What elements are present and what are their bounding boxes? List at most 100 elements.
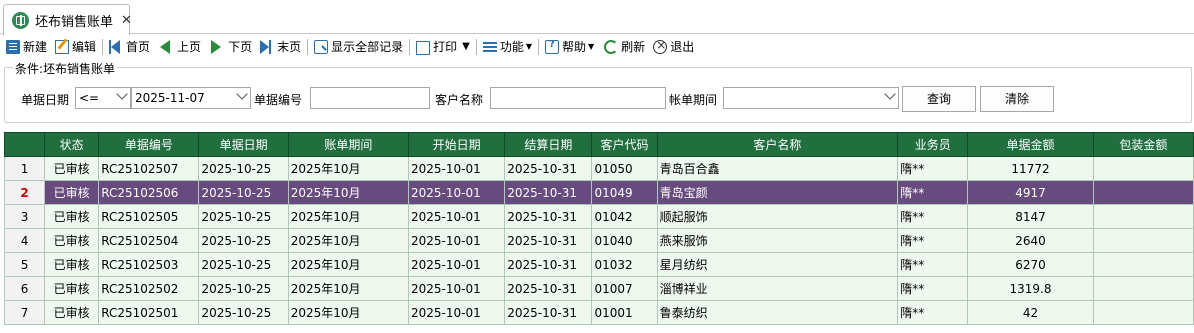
doc-no-cell[interactable]: RC25102507 — [98, 156, 200, 181]
pack-amount-cell[interactable] — [1092, 300, 1194, 325]
settle-date-cell[interactable]: 2025-10-31 — [504, 276, 593, 301]
customer-name-cell[interactable]: 青岛百合鑫 — [656, 156, 899, 181]
doc-no-cell[interactable]: RC25102503 — [98, 252, 200, 277]
doc-date-cell[interactable]: 2025-10-25 — [198, 180, 289, 205]
function-menu-button[interactable]: 功能 ▼ — [481, 36, 534, 58]
salesperson-cell[interactable]: 隋** — [897, 252, 969, 277]
doc-date-cell[interactable]: 2025-10-25 — [198, 228, 289, 253]
doc-amount-cell[interactable]: 4917 — [967, 180, 1094, 205]
customer-name-cell[interactable]: 青岛宝颜 — [656, 180, 899, 205]
row-number[interactable]: 7 — [3, 300, 46, 325]
doc-amount-cell[interactable]: 6270 — [967, 252, 1094, 277]
customer-code-cell[interactable]: 01042 — [591, 204, 658, 229]
start-date-cell[interactable]: 2025-10-01 — [407, 252, 506, 277]
doc-date-cell[interactable]: 2025-10-25 — [198, 300, 289, 325]
start-date-header[interactable]: 开始日期 — [407, 132, 506, 157]
refresh-button[interactable]: 刷新 — [602, 36, 647, 58]
salesperson-cell[interactable]: 隋** — [897, 276, 969, 301]
start-date-cell[interactable]: 2025-10-01 — [407, 228, 506, 253]
query-button[interactable]: 查询 — [902, 86, 976, 112]
settle-date-cell[interactable]: 2025-10-31 — [504, 300, 593, 325]
clear-button[interactable]: 清除 — [980, 86, 1054, 112]
customer-code-cell[interactable]: 01001 — [591, 300, 658, 325]
row-number[interactable]: 3 — [3, 204, 46, 229]
doc-no-input[interactable] — [310, 87, 430, 109]
doc-no-header[interactable]: 单据编号 — [98, 132, 200, 157]
pack-amount-cell[interactable] — [1092, 180, 1194, 205]
bill-period-cell[interactable]: 2025年10月 — [287, 204, 409, 229]
start-date-cell[interactable]: 2025-10-01 — [407, 204, 506, 229]
doc-no-cell[interactable]: RC25102502 — [98, 276, 200, 301]
bill-period-select[interactable] — [723, 87, 899, 109]
status-cell[interactable]: 已审核 — [44, 180, 100, 205]
doc-no-cell[interactable]: RC25102504 — [98, 228, 200, 253]
doc-no-cell[interactable]: RC25102506 — [98, 180, 200, 205]
table-row[interactable]: 2 已审核 RC25102506 2025-10-25 2025年10月 2025-10-… — [3, 180, 1194, 205]
row-number[interactable]: 6 — [3, 276, 46, 301]
tab-sales-bill[interactable]: 坯布销售账单 ✕ — [3, 4, 132, 35]
customer-name-cell[interactable]: 淄博祥业 — [656, 276, 899, 301]
doc-no-cell[interactable]: RC25102505 — [98, 204, 200, 229]
doc-amount-cell[interactable]: 2640 — [967, 228, 1094, 253]
customer-code-cell[interactable]: 01040 — [591, 228, 658, 253]
row-number[interactable]: 5 — [3, 252, 46, 277]
salesperson-cell[interactable]: 隋** — [897, 180, 969, 205]
row-number[interactable]: 1 — [3, 156, 46, 181]
settle-date-header[interactable]: 结算日期 — [504, 132, 593, 157]
pack-amount-cell[interactable] — [1092, 228, 1194, 253]
status-cell[interactable]: 已审核 — [44, 276, 100, 301]
salesperson-cell[interactable]: 隋** — [897, 300, 969, 325]
doc-amount-header[interactable]: 单据金额 — [967, 132, 1094, 157]
prev-page-button[interactable]: 上页 — [158, 36, 203, 58]
chevron-down-icon[interactable]: ▼ — [462, 41, 470, 52]
start-date-cell[interactable]: 2025-10-01 — [407, 300, 506, 325]
customer-name-cell[interactable]: 鲁泰纺织 — [656, 300, 899, 325]
doc-date-cell[interactable]: 2025-10-25 — [198, 252, 289, 277]
doc-date-cell[interactable]: 2025-10-25 — [198, 204, 289, 229]
next-page-button[interactable]: 下页 — [209, 36, 254, 58]
table-row[interactable]: 3 已审核 RC25102505 2025-10-25 2025年10月 2025-10-… — [3, 204, 1194, 229]
customer-code-cell[interactable]: 01050 — [591, 156, 658, 181]
doc-amount-cell[interactable]: 8147 — [967, 204, 1094, 229]
status-cell[interactable]: 已审核 — [44, 228, 100, 253]
exit-button[interactable]: 退出 — [651, 36, 696, 58]
bill-period-cell[interactable]: 2025年10月 — [287, 228, 409, 253]
status-cell[interactable]: 已审核 — [44, 300, 100, 325]
last-page-button[interactable]: 末页 — [258, 36, 303, 58]
pack-amount-cell[interactable] — [1092, 156, 1194, 181]
doc-amount-cell[interactable]: 42 — [967, 300, 1094, 325]
start-date-cell[interactable]: 2025-10-01 — [407, 276, 506, 301]
doc-amount-cell[interactable]: 1319.8 — [967, 276, 1094, 301]
doc-date-cell[interactable]: 2025-10-25 — [198, 276, 289, 301]
status-cell[interactable]: 已审核 — [44, 204, 100, 229]
status-header[interactable]: 状态 — [44, 132, 100, 157]
customer-name-header[interactable]: 客户名称 — [656, 132, 899, 157]
customer-code-cell[interactable]: 01032 — [591, 252, 658, 277]
doc-date-header[interactable]: 单据日期 — [198, 132, 289, 157]
status-cell[interactable]: 已审核 — [44, 156, 100, 181]
customer-name-cell[interactable]: 燕来服饰 — [656, 228, 899, 253]
table-row[interactable]: 1 已审核 RC25102507 2025-10-25 2025年10月 2025-10-… — [3, 156, 1194, 181]
first-page-button[interactable]: 首页 — [107, 36, 152, 58]
doc-amount-cell[interactable]: 11772 — [967, 156, 1094, 181]
bill-period-header[interactable]: 账单期间 — [287, 132, 409, 157]
table-row[interactable]: 4 已审核 RC25102504 2025-10-25 2025年10月 2025-10-… — [3, 228, 1194, 253]
customer-code-cell[interactable]: 01007 — [591, 276, 658, 301]
pack-amount-cell[interactable] — [1092, 276, 1194, 301]
customer-code-cell[interactable]: 01049 — [591, 180, 658, 205]
start-date-cell[interactable]: 2025-10-01 — [407, 156, 506, 181]
table-row[interactable]: 6 已审核 RC25102502 2025-10-25 2025年10月 2025-10-… — [3, 276, 1194, 301]
table-row[interactable]: 5 已审核 RC25102503 2025-10-25 2025年10月 2025-10-… — [3, 252, 1194, 277]
edit-button[interactable]: 编辑 — [53, 36, 98, 58]
customer-code-header[interactable]: 客户代码 — [591, 132, 658, 157]
bill-period-cell[interactable]: 2025年10月 — [287, 252, 409, 277]
salesperson-header[interactable]: 业务员 — [897, 132, 969, 157]
customer-name-cell[interactable]: 顺起服饰 — [656, 204, 899, 229]
help-menu-button[interactable]: 帮助 ▼ — [543, 36, 596, 58]
salesperson-cell[interactable]: 隋** — [897, 228, 969, 253]
bill-period-cell[interactable]: 2025年10月 — [287, 156, 409, 181]
bill-period-cell[interactable]: 2025年10月 — [287, 276, 409, 301]
bill-period-cell[interactable]: 2025年10月 — [287, 300, 409, 325]
customer-name-input[interactable] — [490, 87, 666, 109]
print-button[interactable]: 打印 ▼ — [414, 36, 472, 58]
